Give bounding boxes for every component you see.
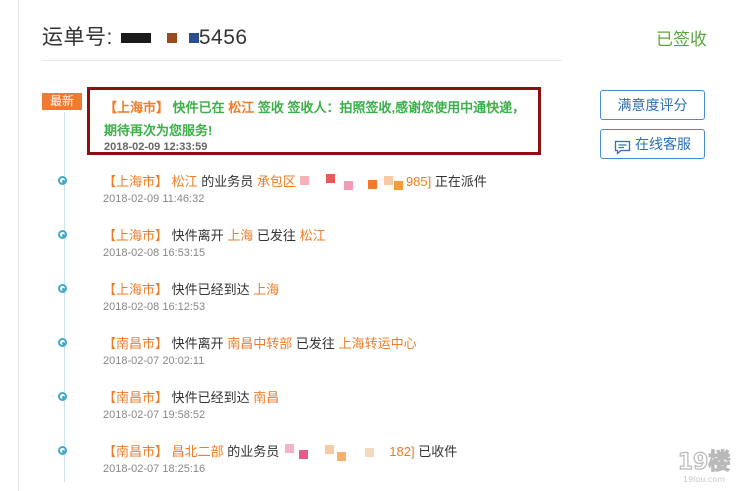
event-tail: 正在派件	[434, 174, 487, 189]
event-place2: 上海转运中心	[338, 336, 417, 351]
timeline-dot-icon	[58, 392, 67, 401]
timeline-event: 【上海市】 快件已经到达 上海 2018-02-08 16:12:53	[0, 282, 600, 328]
header-divider	[42, 60, 562, 61]
redacted-block	[279, 443, 389, 461]
event-time: 2018-02-09 11:46:32	[103, 193, 205, 205]
event-text: 【南昌市】 快件离开 南昌中转部 已发往 上海转运中心	[103, 333, 417, 352]
event-text: 【上海市】 快件离开 上海 已发往 松江	[103, 225, 326, 244]
waybill-suffix: 5456	[198, 26, 248, 49]
watermark-sub: 19lou.com	[683, 475, 725, 484]
timeline-dot-icon	[58, 284, 67, 293]
event-place: 松江	[171, 174, 198, 189]
timeline-event: 【上海市】 松江 的业务员 承包区 985] 正在派件 2018-02-09 1…	[0, 173, 600, 220]
event-action: 快件离开	[171, 336, 224, 351]
online-service-label: 在线客服	[635, 136, 691, 152]
chat-icon	[614, 136, 631, 156]
latest-place: 松江	[228, 100, 255, 115]
timeline-dot-icon	[58, 230, 67, 239]
event-city: 【南昌市】	[103, 336, 169, 351]
event-mid: 已发往	[256, 228, 296, 243]
event-time: 2018-02-07 20:02:11	[103, 355, 205, 367]
event-tail: 已收件	[418, 444, 458, 459]
timeline-event: 【上海市】 快件离开 上海 已发往 松江 2018-02-08 16:53:15	[0, 228, 600, 274]
waybill-number: 运单号: 5456	[42, 21, 248, 51]
event-city: 【上海市】	[103, 228, 169, 243]
waybill-label: 运单号:	[42, 26, 113, 49]
latest-event-text: 【上海市】 快件已在 松江 签收 签收人：拍照签收,感谢您使用中通快递，期待再次…	[104, 96, 534, 142]
event-mid: 的业务员	[227, 444, 280, 459]
timeline-dot-icon	[58, 338, 67, 347]
event-place2: 承包区	[256, 174, 296, 189]
redacted-block	[166, 33, 177, 44]
event-code: 182]	[389, 444, 415, 459]
site-watermark: 19楼 19lou.com	[664, 445, 744, 485]
latest-event: 【上海市】 快件已在 松江 签收 签收人：拍照签收,感谢您使用中通快递，期待再次…	[87, 87, 541, 155]
event-action: 快件已经到达	[171, 390, 250, 405]
timeline-dot-icon	[58, 446, 67, 455]
event-time: 2018-02-08 16:12:53	[103, 301, 206, 313]
event-place: 南昌	[253, 390, 280, 405]
latest-badge: 最新	[42, 93, 82, 110]
event-text: 【南昌市】 昌北二部 的业务员 182] 已收件	[103, 441, 458, 461]
redacted-block	[188, 33, 199, 44]
event-text: 【南昌市】 快件已经到达 南昌	[103, 387, 279, 406]
latest-time: 2018-02-09 12:33:59	[104, 141, 208, 153]
event-city: 【南昌市】	[103, 390, 169, 405]
event-text: 【上海市】 松江 的业务员 承包区 985] 正在派件	[103, 171, 487, 190]
online-service-button[interactable]: 在线客服	[600, 129, 705, 159]
timeline-event: 【南昌市】 昌北二部 的业务员 182] 已收件 2018-02-07 18:2…	[0, 443, 600, 490]
event-city: 【南昌市】	[103, 444, 169, 459]
event-mid: 的业务员	[201, 174, 254, 189]
event-code: 985]	[405, 174, 432, 189]
event-time: 2018-02-08 16:53:15	[103, 247, 206, 259]
event-text: 【上海市】 快件已经到达 上海	[103, 279, 279, 298]
delivery-status: 已签收	[656, 30, 707, 49]
event-mid: 已发往	[295, 336, 335, 351]
latest-text-prefix: 快件已在	[172, 100, 225, 115]
event-time: 2018-02-07 18:25:16	[103, 463, 206, 475]
rate-button[interactable]: 满意度评分	[600, 90, 705, 120]
latest-city: 【上海市】	[104, 100, 170, 115]
event-place: 上海	[253, 282, 280, 297]
watermark-logo: 19楼	[678, 450, 731, 475]
event-action: 快件已经到达	[171, 282, 250, 297]
event-place: 上海	[227, 228, 254, 243]
timeline-event: 【南昌市】 快件已经到达 南昌 2018-02-07 19:58:52	[0, 390, 600, 436]
event-time: 2018-02-07 19:58:52	[103, 409, 206, 421]
timeline-event: 【南昌市】 快件离开 南昌中转部 已发往 上海转运中心 2018-02-07 2…	[0, 336, 600, 382]
event-place: 昌北二部	[171, 444, 224, 459]
event-city: 【上海市】	[103, 174, 169, 189]
timeline-dot-icon	[58, 176, 67, 185]
event-action: 快件离开	[171, 228, 224, 243]
event-city: 【上海市】	[103, 282, 169, 297]
event-place2: 松江	[299, 228, 326, 243]
redacted-block	[120, 33, 151, 44]
event-place: 南昌中转部	[227, 336, 293, 351]
redacted-block	[296, 173, 406, 190]
